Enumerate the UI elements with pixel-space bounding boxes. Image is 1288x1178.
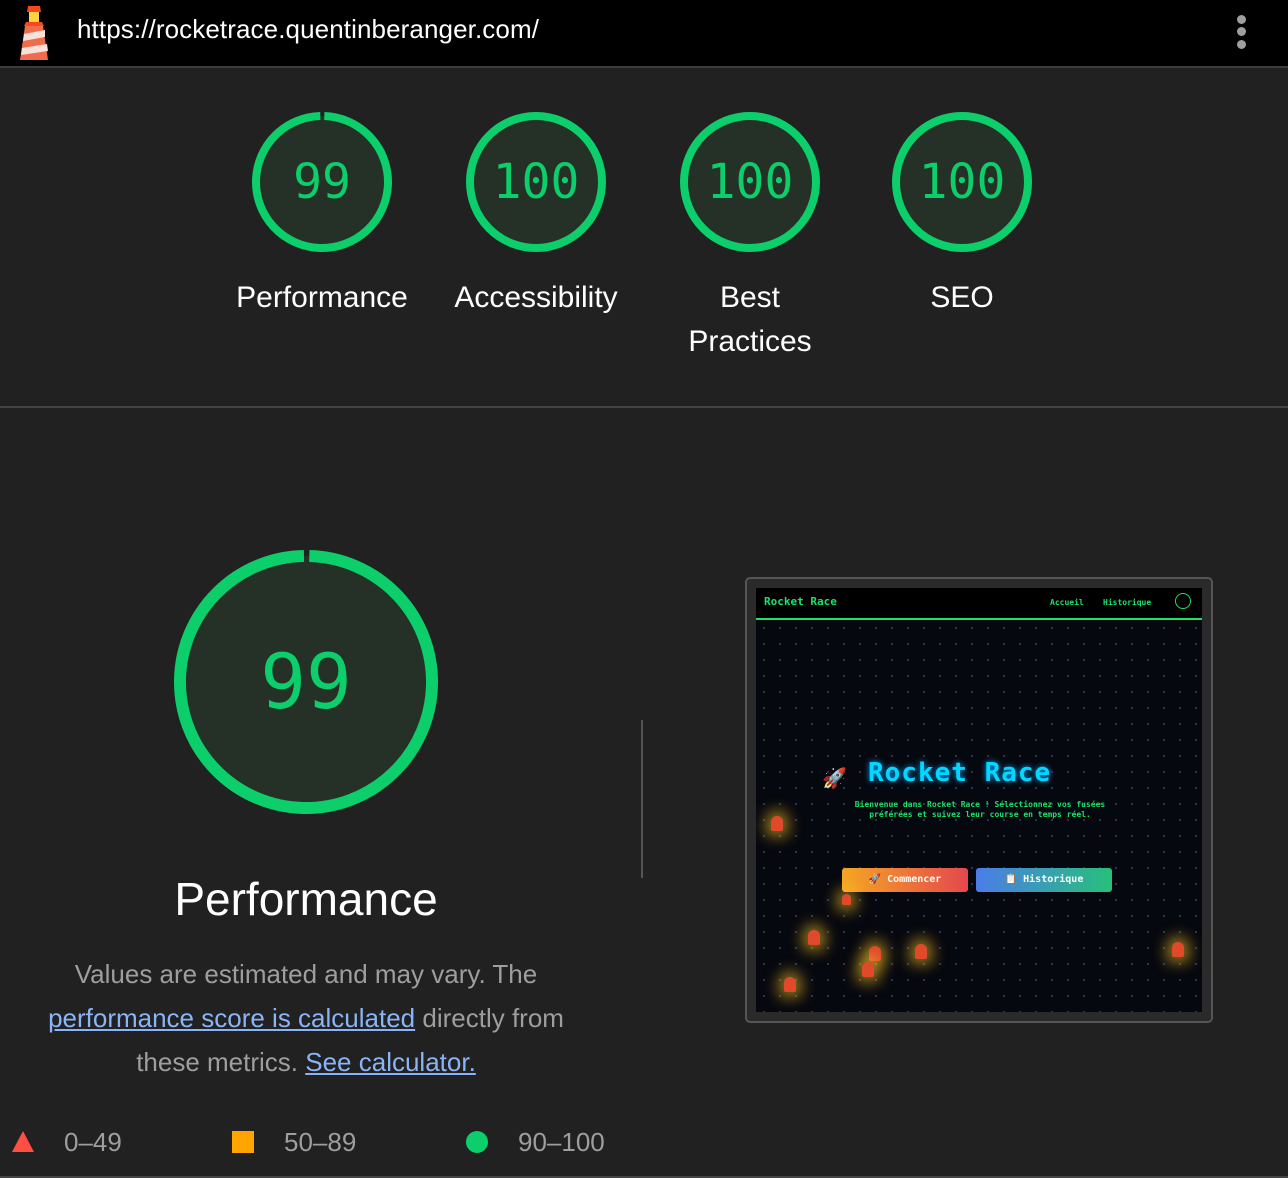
category-label: Best Practices	[688, 281, 812, 358]
thumbnail-brand: Rocket Race	[764, 595, 837, 608]
see-calculator-link[interactable]: See calculator.	[305, 1047, 476, 1077]
rocket-sprite-icon	[771, 816, 783, 831]
thumbnail-nav-home: Accueil	[1050, 598, 1084, 607]
thumbnail-nav-history: Historique	[1103, 598, 1152, 607]
gauge-seo[interactable]: 100 SEO	[852, 110, 1072, 320]
score-value: 99	[293, 154, 351, 210]
rocket-sprite-icon	[869, 946, 881, 961]
category-label: SEO	[930, 281, 994, 314]
thumbnail-hero-text: Bienvenue dans Rocket Race ! Sélectionne…	[854, 800, 1106, 819]
legend-average-range: 50–89	[284, 1127, 357, 1157]
page-url[interactable]: https://rocketrace.quentinberanger.com/	[77, 14, 539, 45]
score-calculation-link[interactable]: performance score is calculated	[48, 1003, 415, 1033]
average-square-icon	[232, 1131, 254, 1153]
performance-description: Values are estimated and may vary. The p…	[30, 952, 582, 1084]
rocket-sprite-icon	[842, 894, 851, 905]
vertical-divider	[641, 720, 643, 878]
rocket-icon: 🚀	[822, 766, 847, 790]
category-label: Accessibility	[454, 281, 618, 314]
legend-fail-range: 0–49	[64, 1127, 122, 1157]
score-value: 100	[918, 154, 1006, 210]
section-divider	[0, 406, 1288, 408]
legend-pass-range: 90–100	[518, 1127, 605, 1157]
score-value: 100	[492, 154, 580, 210]
lighthouse-icon	[14, 6, 54, 60]
score-ring: 100	[464, 110, 608, 254]
gauge-performance[interactable]: 99 Performance	[212, 110, 432, 320]
thumbnail-history-button: 📋 Historique	[976, 868, 1112, 892]
performance-score-value: 99	[260, 637, 352, 726]
pass-circle-icon	[466, 1131, 488, 1153]
performance-score-ring: 99	[174, 550, 438, 814]
score-ring: 99	[250, 110, 394, 254]
rocket-sprite-icon	[1172, 942, 1184, 957]
clock-icon	[1175, 593, 1191, 609]
more-vert-icon[interactable]	[1230, 12, 1252, 52]
score-ring: 100	[890, 110, 1034, 254]
fail-triangle-icon	[12, 1131, 34, 1152]
address-bar: https://rocketrace.quentinberanger.com/	[0, 0, 1288, 68]
performance-title: Performance	[174, 873, 438, 925]
rocket-sprite-icon	[862, 962, 874, 977]
page-screenshot-thumbnail[interactable]: Rocket Race Accueil Historique 🚀 Rocket …	[745, 577, 1213, 1023]
desc-text: Values are estimated and may vary. The	[74, 959, 538, 989]
thumbnail-hero-title: Rocket Race	[868, 758, 1052, 788]
rocket-sprite-icon	[784, 977, 796, 992]
score-value: 100	[706, 154, 794, 210]
thumbnail-screen: Rocket Race Accueil Historique 🚀 Rocket …	[756, 588, 1202, 1012]
rocket-sprite-icon	[808, 930, 820, 945]
category-label: Performance	[236, 281, 408, 314]
thumbnail-start-button: 🚀 Commencer	[842, 868, 968, 892]
gauge-accessibility[interactable]: 100 Accessibility	[426, 110, 646, 320]
rocket-sprite-icon	[915, 944, 927, 959]
thumbnail-navbar: Rocket Race Accueil Historique	[756, 588, 1202, 620]
score-legend: 0–49 50–89 90–100	[0, 1120, 1288, 1164]
gauge-best-practices[interactable]: 100 Best Practices	[640, 110, 860, 364]
score-ring: 100	[678, 110, 822, 254]
